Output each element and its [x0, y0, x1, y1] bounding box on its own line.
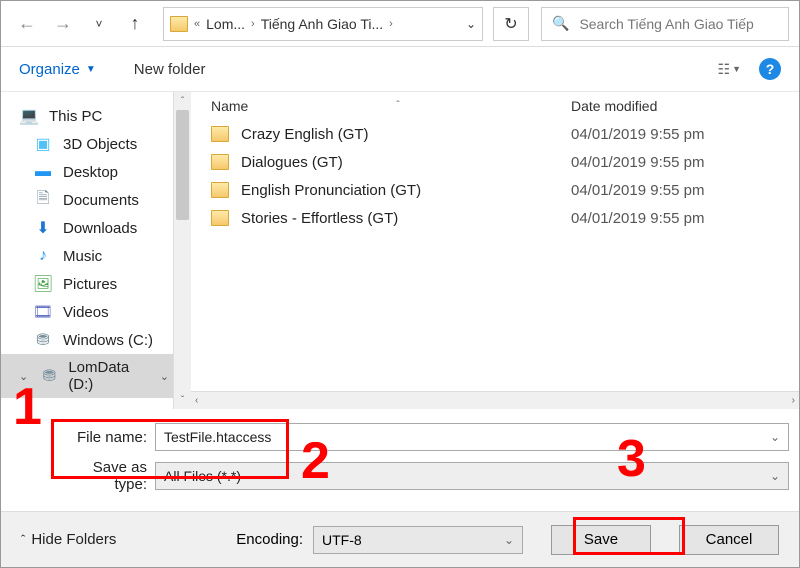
chevron-down-icon[interactable]: ⌄ [160, 370, 169, 383]
list-item[interactable]: Dialogues (GT)04/01/2019 9:55 pm [211, 148, 799, 176]
chevron-down-icon[interactable]: ⌄ [770, 469, 780, 483]
command-toolbar: Organize▼ New folder ☷ ▼ ? [1, 47, 799, 91]
file-name-input[interactable]: TestFile.htaccess ⌄ [155, 423, 789, 451]
tree-documents[interactable]: 🗎Documents [1, 186, 191, 214]
videos-icon: 🎞 [33, 303, 53, 321]
save-fields: File name: TestFile.htaccess ⌄ Save as t… [1, 409, 799, 509]
tree-drive-c[interactable]: ⛃Windows (C:) [1, 326, 191, 354]
list-icon: ☷ [718, 61, 729, 78]
sidebar-scrollbar[interactable]: ˆ ˇ [173, 92, 191, 409]
folder-icon [211, 182, 229, 198]
forward-button: → [47, 8, 79, 40]
downloads-icon: ⬇ [33, 219, 53, 237]
folder-icon [211, 210, 229, 226]
tree-this-pc[interactable]: 💻 This PC [1, 102, 191, 130]
search-placeholder: Search Tiếng Anh Giao Tiếp [579, 16, 753, 32]
address-bar[interactable]: « Lom... › Tiếng Anh Giao Ti... › ⌄ [163, 7, 483, 41]
search-input[interactable]: 🔍 Search Tiếng Anh Giao Tiếp [541, 7, 789, 41]
folder-icon [170, 16, 188, 32]
drive-icon: ⛃ [40, 367, 58, 385]
file-name-label: File name: [57, 429, 155, 446]
search-icon: 🔍 [552, 15, 569, 32]
tree-music[interactable]: ♪Music [1, 242, 191, 270]
address-toolbar: ← → ˅ ↑ « Lom... › Tiếng Anh Giao Ti... … [1, 1, 799, 47]
music-icon: ♪ [33, 247, 53, 265]
tree-videos[interactable]: 🎞Videos [1, 298, 191, 326]
chevron-down-icon: ⌄ [504, 533, 514, 547]
encoding-select[interactable]: UTF-8 ⌄ [313, 526, 523, 554]
scroll-thumb[interactable] [176, 110, 189, 220]
scroll-up-arrow[interactable]: ˆ [174, 92, 191, 110]
col-date-header[interactable]: Date modified [571, 98, 799, 114]
col-name-header[interactable]: Name [211, 98, 248, 114]
navigation-pane: 💻 This PC ▣3D Objects ▬Desktop 🗎Document… [1, 92, 191, 409]
organize-menu[interactable]: Organize▼ [19, 61, 96, 78]
scroll-left-arrow[interactable]: ‹ [195, 395, 198, 406]
chevron-down-icon[interactable]: ⌄ [19, 370, 28, 383]
breadcrumb-current[interactable]: Tiếng Anh Giao Ti... [261, 16, 383, 32]
tree-3d-objects[interactable]: ▣3D Objects [1, 130, 191, 158]
encoding-label: Encoding: [236, 531, 303, 548]
breadcrumb-parent[interactable]: Lom... [206, 16, 245, 32]
up-button[interactable]: ↑ [119, 8, 151, 40]
save-as-type-label: Save as type: [57, 459, 155, 493]
breadcrumb-root-chev: « [194, 18, 200, 30]
chevron-up-icon: ˆ [21, 532, 25, 547]
folder-icon [211, 126, 229, 142]
pictures-icon: 🖼 [33, 275, 53, 293]
scroll-right-arrow[interactable]: › [792, 395, 795, 406]
cube-icon: ▣ [33, 135, 53, 153]
sort-asc-icon: ˆ [396, 100, 399, 111]
address-dropdown-icon[interactable]: ⌄ [466, 17, 476, 31]
scroll-down-arrow[interactable]: ˇ [174, 391, 191, 409]
chevron-right-icon: › [251, 18, 255, 30]
chevron-down-icon[interactable]: ⌄ [770, 430, 780, 444]
back-button[interactable]: ← [11, 8, 43, 40]
main-area: 💻 This PC ▣3D Objects ▬Desktop 🗎Document… [1, 91, 799, 409]
tree-desktop[interactable]: ▬Desktop [1, 158, 191, 186]
hide-folders-button[interactable]: ˆ Hide Folders [21, 531, 116, 548]
new-folder-button[interactable]: New folder [134, 61, 206, 78]
tree-downloads[interactable]: ⬇Downloads [1, 214, 191, 242]
file-list: Name ˆ Date modified Crazy English (GT)04… [191, 92, 799, 409]
list-item[interactable]: English Pronunciation (GT)04/01/2019 9:5… [211, 176, 799, 204]
bottom-bar: ˆ Hide Folders Encoding: UTF-8 ⌄ Save Ca… [1, 511, 799, 567]
help-button[interactable]: ? [759, 58, 781, 80]
tree-pictures[interactable]: 🖼Pictures [1, 270, 191, 298]
tree-drive-d[interactable]: ⌄⛃LomData (D:)⌄ [1, 354, 191, 398]
drive-icon: ⛃ [33, 331, 53, 349]
pc-icon: 💻 [19, 107, 39, 125]
save-button[interactable]: Save [551, 525, 651, 555]
recent-locations-button[interactable]: ˅ [83, 8, 115, 40]
column-headers[interactable]: Name ˆ Date modified [211, 92, 799, 120]
save-as-type-select[interactable]: All Files (*.*) ⌄ [155, 462, 789, 490]
view-options-button[interactable]: ☷ ▼ [718, 61, 741, 78]
chevron-right-icon: › [389, 18, 393, 30]
horizontal-scrollbar[interactable]: ‹› [191, 391, 799, 409]
cancel-button[interactable]: Cancel [679, 525, 779, 555]
desktop-icon: ▬ [33, 163, 53, 181]
folder-icon [211, 154, 229, 170]
list-item[interactable]: Stories - Effortless (GT)04/01/2019 9:55… [211, 204, 799, 232]
list-item[interactable]: Crazy English (GT)04/01/2019 9:55 pm [211, 120, 799, 148]
documents-icon: 🗎 [33, 191, 53, 209]
refresh-button[interactable]: ↻ [493, 7, 529, 41]
